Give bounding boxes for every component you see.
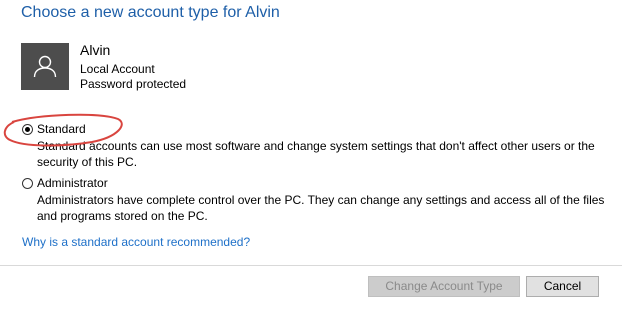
account-type: Local Account xyxy=(80,62,155,76)
standard-radio[interactable] xyxy=(22,124,33,135)
password-status: Password protected xyxy=(80,77,187,91)
cancel-button[interactable]: Cancel xyxy=(526,276,599,297)
page-title: Choose a new account type for Alvin xyxy=(21,4,280,21)
account-name: Alvin xyxy=(80,42,111,58)
user-icon xyxy=(33,55,57,78)
avatar xyxy=(21,43,69,90)
standard-label[interactable]: Standard xyxy=(37,122,86,136)
change-account-type-button[interactable]: Change Account Type xyxy=(368,276,520,297)
change-account-type-dialog: Choose a new account type for Alvin Alvi… xyxy=(0,0,622,311)
administrator-description: Administrators have complete control ove… xyxy=(37,193,605,223)
administrator-radio[interactable] xyxy=(22,178,33,189)
administrator-label[interactable]: Administrator xyxy=(37,176,108,190)
standard-description: Standard accounts can use most software … xyxy=(37,139,595,169)
standard-account-help-link[interactable]: Why is a standard account recommended? xyxy=(22,235,250,249)
footer-divider xyxy=(0,265,622,266)
